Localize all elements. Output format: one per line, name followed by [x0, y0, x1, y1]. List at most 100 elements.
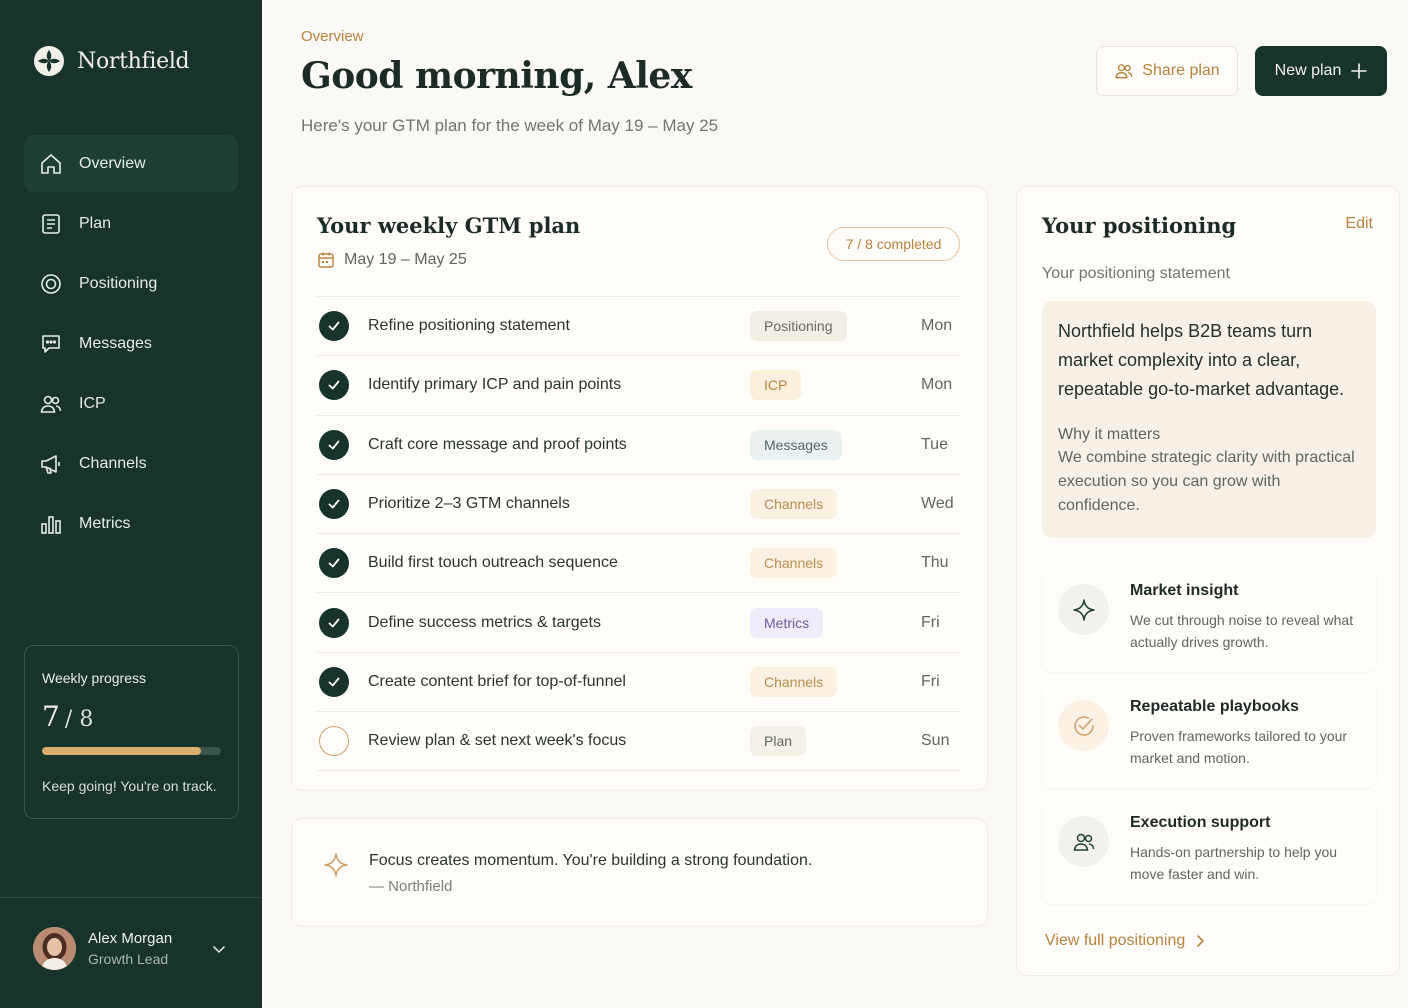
quote-card: Focus creates momentum. You're building … [291, 818, 988, 927]
positioning-statement: Northfield helps B2B teams turn market c… [1042, 301, 1376, 538]
plan-date-range: May 19 – May 25 [317, 251, 467, 269]
team-icon [1073, 833, 1094, 851]
users-icon [40, 395, 62, 413]
sidebar-item-plan[interactable]: Plan [24, 195, 238, 252]
weekly-progress-title: Weekly progress [42, 670, 147, 686]
checkmark-icon [328, 677, 340, 687]
task-list: Refine positioning statement Positioning M… [317, 296, 960, 772]
plus-icon [1351, 63, 1368, 79]
sidebar-item-positioning[interactable]: Positioning [24, 255, 238, 312]
task-tag: Plan [750, 726, 807, 757]
feature-market-insight: Market insight We cut through noise to r… [1042, 564, 1376, 672]
feature-icon-wrap [1058, 584, 1109, 635]
task-checked-checkbox[interactable] [319, 370, 349, 401]
home-icon [41, 153, 61, 174]
task-label: Create content brief for top-of-funnel [368, 672, 626, 690]
calendar-icon [318, 252, 334, 268]
user-role: Growth Lead [88, 951, 169, 967]
feature-text: Proven frameworks tailored to your marke… [1130, 728, 1348, 766]
megaphone-icon [41, 454, 60, 474]
feature-text: Hands-on partnership to help you move fa… [1130, 844, 1338, 882]
new-plan-button[interactable]: New plan [1255, 46, 1387, 96]
breadcrumb[interactable]: Overview [301, 28, 364, 45]
chevron-down-icon[interactable] [211, 941, 227, 957]
sidebar-item-overview[interactable]: Overview [24, 135, 238, 192]
avatar-portrait-icon [33, 927, 76, 970]
feature-repeatable-playbooks: Repeatable playbooks Proven frameworks t… [1042, 680, 1376, 788]
chevron-right-icon [1197, 935, 1205, 947]
page-title: Good morning, Alex [301, 55, 692, 97]
task-row[interactable]: Prioritize 2–3 GTM channels Channels Wed [317, 475, 960, 535]
task-row[interactable]: Craft core message and proof points Messa… [317, 416, 960, 475]
brand-name: Northfield [77, 48, 190, 74]
positioning-card: Your positioning Edit Your positioning s… [1016, 186, 1400, 976]
share-plan-button[interactable]: Share plan [1096, 46, 1238, 96]
task-day: Thu [921, 554, 949, 572]
user-menu[interactable]: Alex Morgan Growth Lead [33, 927, 233, 970]
checkmark-icon [328, 499, 340, 509]
check-circle-icon [1073, 715, 1094, 736]
task-day: Fri [921, 613, 940, 631]
feature-title: Execution support [1130, 814, 1271, 831]
sidebar: Northfield Overview Plan Positioning Mes… [0, 0, 262, 1008]
edit-positioning-link[interactable]: Edit [1345, 215, 1373, 233]
sidebar-item-label: Overview [79, 154, 146, 172]
sidebar-item-label: Positioning [79, 274, 158, 292]
task-checked-checkbox[interactable] [319, 311, 349, 342]
task-row[interactable]: Identify primary ICP and pain points ICP M… [317, 356, 960, 416]
task-checked-checkbox[interactable] [319, 429, 349, 460]
sidebar-item-label: Plan [79, 214, 112, 232]
task-checked-checkbox[interactable] [319, 607, 349, 638]
feature-icon-wrap [1058, 816, 1109, 867]
checkmark-icon [328, 440, 340, 450]
task-day: Sun [921, 732, 950, 750]
task-row[interactable]: Build first touch outreach sequence Chann… [317, 534, 960, 594]
avatar [33, 927, 76, 970]
sidebar-item-messages[interactable]: Messages [24, 315, 238, 372]
task-row[interactable]: Refine positioning statement Positioning M… [317, 297, 960, 357]
target-icon [41, 273, 61, 294]
task-checked-checkbox[interactable] [319, 666, 349, 697]
task-tag: Messages [750, 429, 842, 460]
task-label: Craft core message and proof points [368, 435, 627, 453]
why-it-matters-title: Why it matters [1058, 426, 1161, 443]
brand-logo-icon [34, 46, 64, 76]
feature-text: We cut through noise to reveal what actu… [1130, 612, 1354, 650]
task-label: Build first touch outreach sequence [368, 554, 618, 572]
progress-bar-fill [42, 747, 202, 755]
sparkle-icon [1072, 598, 1095, 621]
document-icon [42, 213, 60, 234]
task-unchecked-checkbox[interactable] [319, 726, 349, 757]
task-tag: Channels [750, 666, 838, 697]
task-label: Identify primary ICP and pain points [368, 376, 622, 394]
sidebar-item-icp[interactable]: ICP [24, 375, 238, 432]
task-day: Mon [921, 317, 953, 335]
sidebar-item-label: Metrics [79, 514, 131, 532]
sidebar-divider [0, 897, 262, 898]
task-checked-checkbox[interactable] [319, 548, 349, 579]
task-row[interactable]: Define success metrics & targets Metrics F… [317, 593, 960, 653]
task-row[interactable]: Review plan & set next week's focus Plan S… [317, 712, 960, 772]
weekly-progress-card: Weekly progress 7 / 8 Keep going! You're… [24, 645, 239, 819]
bar-chart-icon [41, 515, 61, 534]
task-row[interactable]: Create content brief for top-of-funnel Ch… [317, 653, 960, 713]
task-day: Wed [921, 495, 954, 513]
brand[interactable]: Northfield [33, 45, 190, 77]
weekly-plan-card: Your weekly GTM plan May 19 – May 25 7 /… [291, 186, 988, 791]
task-tag: Positioning [750, 311, 847, 342]
task-day: Fri [921, 672, 940, 690]
task-checked-checkbox[interactable] [319, 489, 349, 520]
sidebar-item-channels[interactable]: Channels [24, 435, 238, 492]
task-tag: Channels [750, 548, 838, 579]
feature-title: Market insight [1130, 582, 1239, 599]
completed-badge: 7 / 8 completed [827, 227, 960, 261]
progress-total: / 8 [64, 707, 94, 732]
sparkle-icon [324, 853, 348, 877]
progress-bar [42, 747, 221, 755]
checkmark-icon [328, 381, 340, 390]
sidebar-item-metrics[interactable]: Metrics [24, 495, 238, 552]
task-day: Tue [921, 435, 948, 453]
view-full-positioning-link[interactable]: View full positioning [1045, 932, 1205, 950]
task-label: Refine positioning statement [368, 317, 570, 335]
why-it-matters-text: We combine strategic clarity with practi… [1058, 449, 1355, 514]
